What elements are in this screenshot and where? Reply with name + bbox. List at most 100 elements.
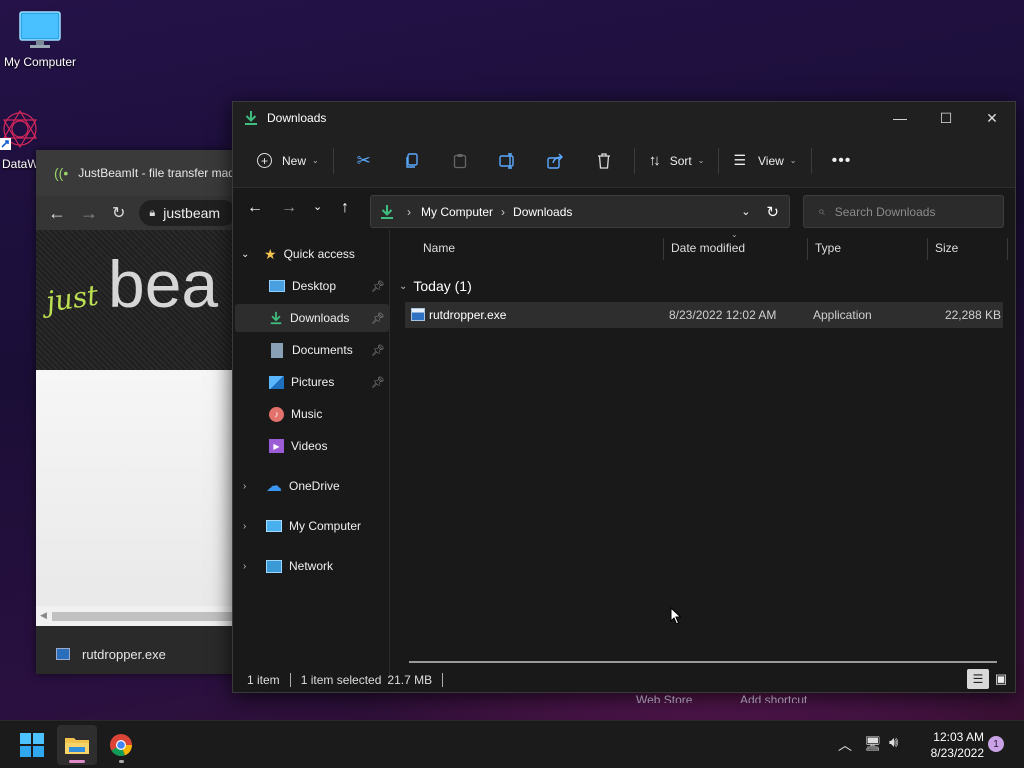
running-indicator	[119, 760, 124, 763]
file-date: 8/23/2022 12:02 AM	[669, 308, 777, 322]
search-icon: ⌕	[818, 204, 825, 218]
back-icon[interactable]: ←	[48, 203, 66, 224]
hero-big-text: bea	[108, 247, 219, 321]
view-button[interactable]: ☰ View ⌄	[725, 144, 804, 178]
nav-item-videos[interactable]: ▶ Videos	[269, 432, 389, 460]
browser-window[interactable]: ((• JustBeamIt - file transfer mad ← → ↻…	[36, 150, 236, 674]
recent-locations-icon[interactable]: ⌄	[313, 200, 322, 213]
minimize-button[interactable]: —	[877, 102, 923, 134]
maximize-button[interactable]: ☐	[923, 102, 969, 134]
download-item-name[interactable]: rutdropper.exe	[82, 647, 166, 662]
plus-circle-icon: +	[257, 153, 272, 168]
chrome-icon	[110, 734, 133, 757]
paste-button[interactable]	[436, 144, 484, 178]
forward-icon[interactable]: →	[80, 203, 98, 224]
nav-item-music[interactable]: ♪ Music	[269, 400, 389, 428]
chevron-down-icon: ⌄	[241, 248, 250, 260]
horizontal-scrollbar[interactable]	[409, 661, 997, 663]
horizontal-scrollbar[interactable]: ◀	[36, 606, 236, 626]
rename-button[interactable]	[484, 144, 532, 178]
clock[interactable]: 12:03 AM 8/23/2022	[912, 729, 984, 761]
chevron-right-icon: ›	[243, 480, 247, 492]
sort-icon: ↑↓	[648, 152, 661, 169]
chevron-down-icon: ⌄	[312, 156, 319, 165]
new-button[interactable]: + New ⌄	[249, 144, 327, 178]
nav-quick-access[interactable]: ⌄ ★ Quick access	[241, 240, 389, 268]
close-button[interactable]: ✕	[969, 102, 1015, 134]
site-hero-banner: just bea	[36, 230, 236, 370]
column-name[interactable]: Name	[423, 241, 455, 255]
column-divider[interactable]	[807, 238, 808, 260]
trash-icon	[597, 152, 610, 169]
scroll-thumb[interactable]	[52, 612, 236, 621]
network-status-icon[interactable]: 🖥︎	[864, 735, 882, 752]
nav-item-label: Downloads	[290, 311, 350, 325]
file-type: Application	[813, 308, 872, 322]
details-view-button[interactable]: ☰	[967, 669, 989, 689]
address-bar[interactable]: › My Computer › Downloads ⌄ ↻	[370, 195, 790, 228]
desktop-icon-my-computer[interactable]: My Computer	[0, 10, 80, 69]
delete-button[interactable]	[580, 144, 628, 178]
search-input[interactable]: ⌕ Search Downloads	[803, 195, 1004, 228]
cut-button[interactable]: ✂	[340, 144, 388, 178]
more-options-button[interactable]: •••	[818, 144, 866, 178]
nav-item-pictures[interactable]: Pictures 📌︎	[269, 368, 389, 396]
group-header-today[interactable]: ⌄ Today (1)	[399, 276, 472, 296]
tiles-view-button[interactable]: ▣	[991, 669, 1011, 689]
scroll-left-icon[interactable]: ◀	[40, 610, 47, 621]
start-button[interactable]	[12, 725, 52, 765]
taskbar-file-explorer[interactable]	[57, 725, 97, 765]
downloads-icon	[381, 204, 393, 219]
copy-button[interactable]	[388, 144, 436, 178]
address-dropdown-icon[interactable]: ⌄	[741, 205, 750, 218]
show-hidden-icons-icon[interactable]: ︿	[838, 735, 852, 755]
file-explorer-window: Downloads — ☐ ✕ + New ⌄ ✂ ↑↓ Sort ⌄ ☰ Vi…	[232, 101, 1016, 693]
column-divider[interactable]	[927, 238, 928, 260]
taskbar-chrome[interactable]	[101, 725, 141, 765]
address-text: justbeam	[163, 205, 221, 221]
notification-badge[interactable]: 1	[988, 736, 1004, 752]
nav-item-downloads[interactable]: Downloads 📌︎	[235, 304, 389, 332]
forward-icon[interactable]: →	[281, 199, 297, 217]
column-date-modified[interactable]: Date modified	[671, 241, 745, 255]
column-type[interactable]: Type	[815, 241, 841, 255]
table-row[interactable]: rutdropper.exe 8/23/2022 12:02 AM Applic…	[405, 302, 1003, 328]
sort-label: Sort	[669, 153, 692, 168]
column-size[interactable]: Size	[935, 241, 958, 255]
browser-tab[interactable]: ((• JustBeamIt - file transfer mad	[36, 150, 236, 196]
downloads-icon	[245, 111, 257, 125]
back-icon[interactable]: ←	[247, 199, 263, 217]
up-icon[interactable]: ↑	[341, 199, 349, 217]
breadcrumb-downloads[interactable]: Downloads	[513, 205, 572, 219]
column-divider[interactable]	[663, 238, 664, 260]
nav-item-onedrive[interactable]: › ☁ OneDrive	[243, 472, 389, 500]
breadcrumb-my-computer[interactable]: My Computer	[421, 205, 493, 219]
folder-icon	[65, 738, 89, 754]
reload-icon[interactable]: ↻	[112, 203, 125, 223]
share-button[interactable]	[532, 144, 580, 178]
title-bar[interactable]: Downloads — ☐ ✕	[233, 102, 1015, 134]
desktop-icon-label: My Computer	[3, 55, 77, 69]
clock-date: 8/23/2022	[930, 746, 984, 760]
chevron-down-icon: ⌄	[697, 156, 705, 165]
status-size: 21.7 MB	[387, 673, 433, 687]
address-bar[interactable]: 🔒︎ justbeam	[139, 200, 236, 226]
nav-item-label: Documents	[292, 343, 353, 357]
nav-item-desktop[interactable]: Desktop 📌︎	[269, 272, 389, 300]
download-shelf: rutdropper.exe	[36, 626, 236, 674]
breadcrumb-separator-icon: ›	[407, 204, 411, 219]
column-divider[interactable]	[1007, 238, 1008, 260]
sort-button[interactable]: ↑↓ Sort ⌄	[641, 144, 713, 178]
tab-title: JustBeamIt - file transfer mad	[78, 166, 235, 180]
pictures-icon	[269, 375, 284, 389]
nav-item-label: My Computer	[289, 519, 362, 533]
nav-item-my-computer[interactable]: › My Computer	[243, 512, 389, 540]
file-size: 22,288 KB	[944, 308, 1001, 322]
nav-item-label: OneDrive	[289, 479, 340, 493]
volume-icon[interactable]: 🔊︎	[889, 734, 898, 751]
refresh-icon[interactable]: ↻	[766, 203, 779, 221]
nav-item-documents[interactable]: Documents 📌︎	[269, 336, 389, 364]
status-item-count: 1 item	[247, 673, 280, 687]
hero-script-text: just	[43, 278, 101, 319]
nav-item-network[interactable]: › Network	[243, 552, 389, 580]
